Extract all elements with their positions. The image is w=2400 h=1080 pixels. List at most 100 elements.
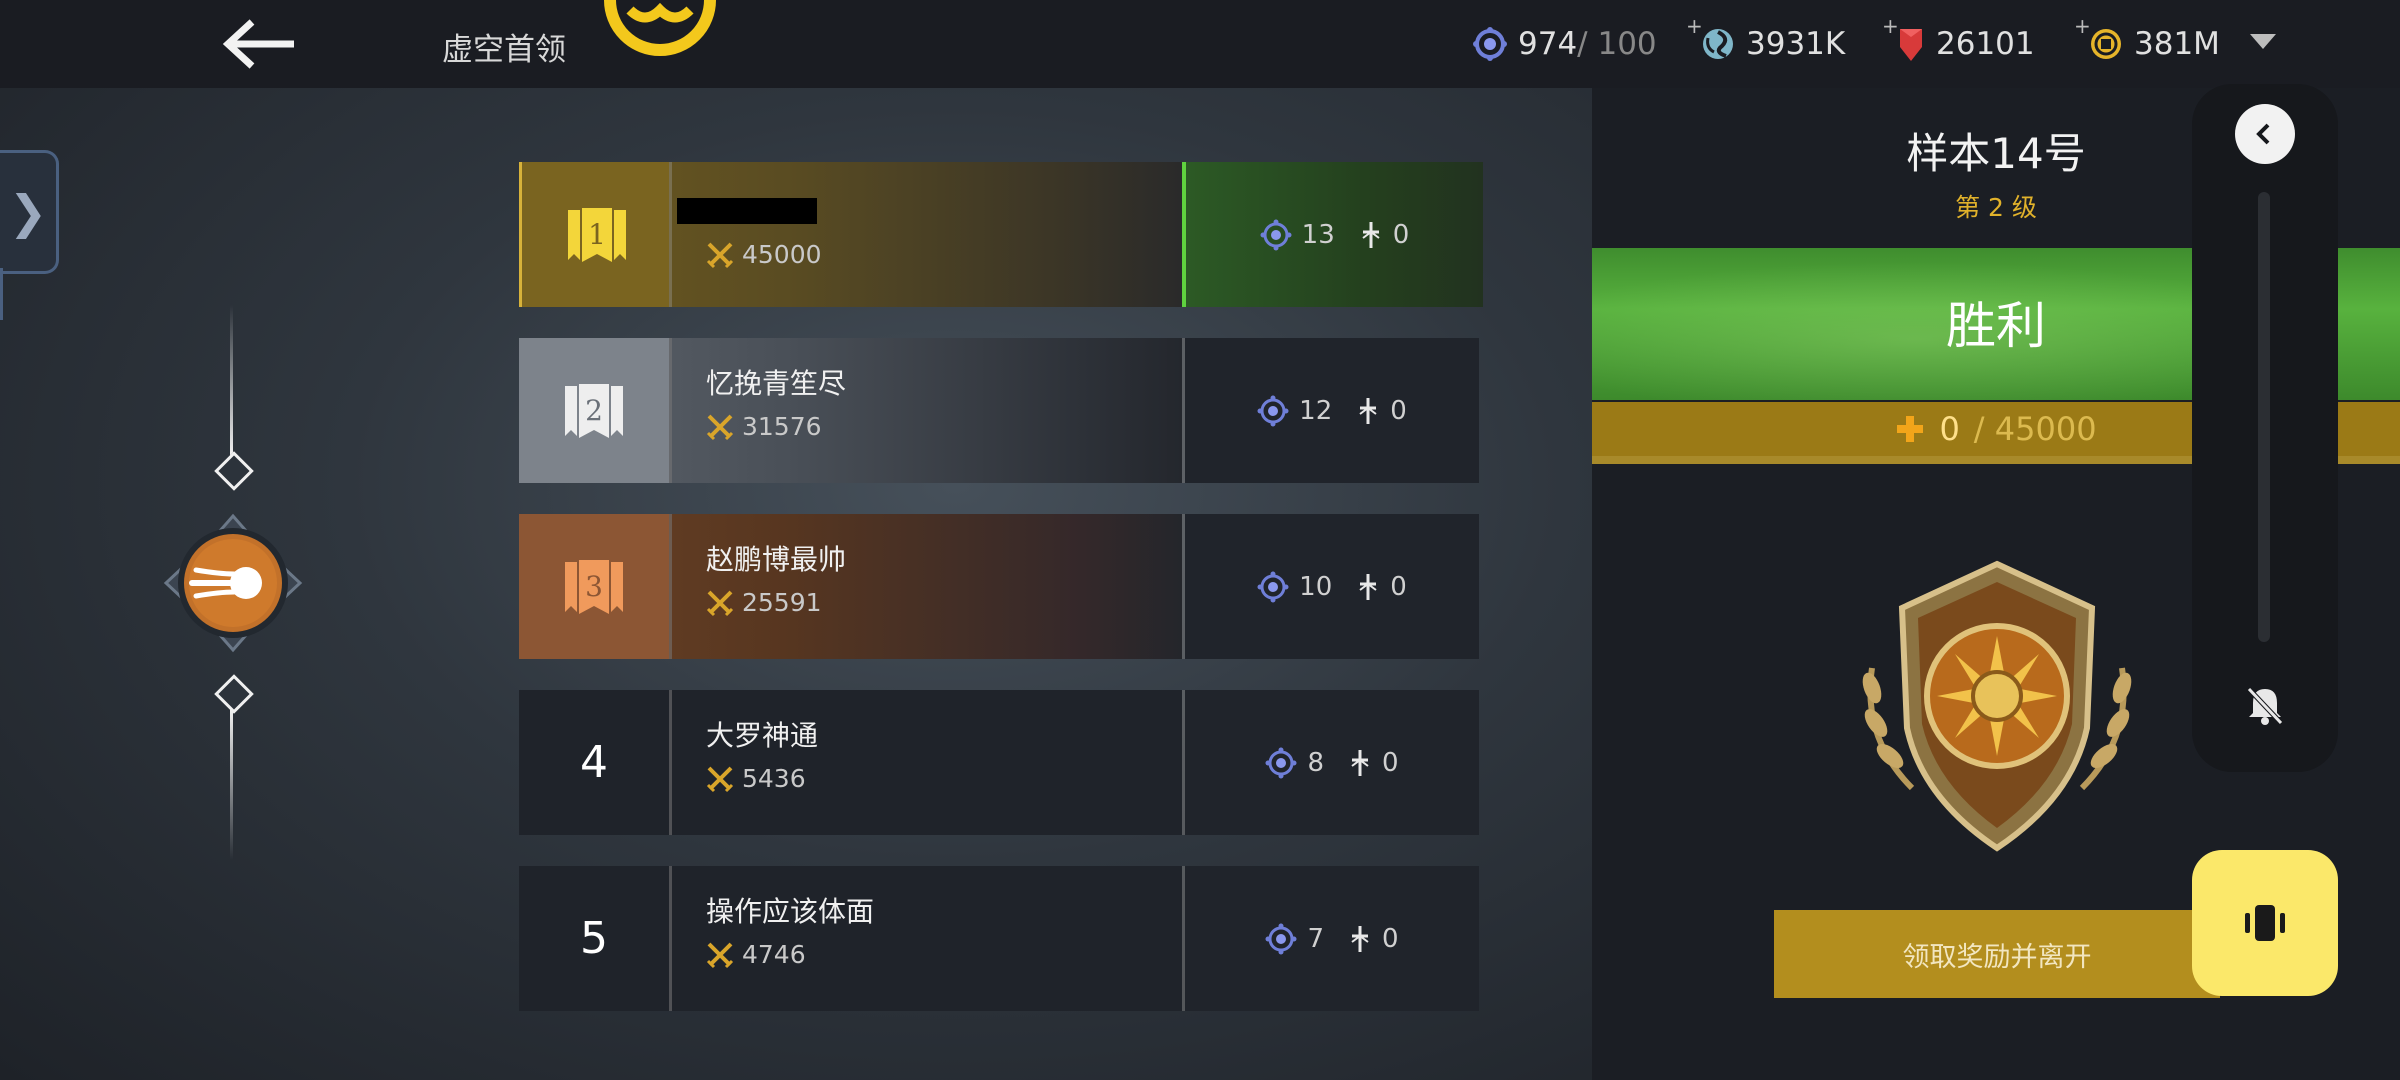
player-info: 忆挽青笙尽 31576 [706,366,846,441]
collapse-button[interactable] [2192,104,2338,164]
reward-current: 0 [1939,410,1960,448]
crossed-swords-icon [706,242,734,268]
player-score: 4746 [706,940,874,969]
deaths-stat: 0 [1359,220,1409,250]
ruby-value: 26101 [1936,26,2035,62]
back-button[interactable] [220,16,300,72]
plus-icon: + [2074,14,2091,38]
plus-icon: + [1882,14,1899,38]
claim-reward-button[interactable]: 领取奖励并离开 [1774,910,2220,998]
player-name-redacted [677,194,822,230]
red-gem-icon [1896,25,1926,63]
plus-icon: + [1686,14,1703,38]
deaths-stat: 0 [1356,572,1407,602]
crossed-swords-icon [706,590,734,616]
divider [669,866,672,1011]
deaths-value: 0 [1382,923,1399,954]
leaderboard-row[interactable]: 2 忆挽青笙尽 31576 12 0 [519,338,1479,483]
plus-cross-icon [1897,416,1924,442]
kills-value: 12 [1299,395,1333,426]
energy-orb-icon [1257,571,1289,602]
tombstone-sword-icon [1359,397,1377,424]
side-drawer-notch [0,268,17,320]
kills-value: 7 [1307,923,1324,954]
rank-cell: 1 [519,162,672,307]
rank-banner-gold-icon: 1 [568,207,626,262]
reward-total: / 45000 [1973,410,2097,448]
rank-banner-bronze-icon: 3 [565,559,623,614]
row-stats: 8 0 [1185,690,1479,835]
player-score: 5436 [706,764,818,793]
rank-banner-silver-icon: 2 [565,383,623,438]
gold-value: 381M [2134,26,2220,62]
redaction-bar [677,198,817,224]
row-stats: 10 0 [1185,514,1479,659]
score-value: 5436 [742,764,806,793]
shield-laurel-icon [1842,558,2152,862]
player-info: 大罗神通 5436 [706,718,818,793]
energy-orb-icon [1472,26,1508,62]
leaderboard-row[interactable]: 5 操作应该体面 4746 7 0 [519,866,1479,1011]
leaderboard-row[interactable]: 3 赵鹏博最帅 25591 10 0 [519,514,1479,659]
vibrate-button[interactable] [2192,850,2338,996]
player-name: 赵鹏博最帅 [706,543,847,576]
player-score: 31576 [706,412,846,441]
kills-stat: 12 [1257,395,1332,427]
svg-text:1: 1 [588,218,606,251]
gold-resource[interactable]: + 381M [2074,14,2220,66]
score-value: 45000 [742,240,822,269]
crossed-swords-icon [706,942,734,968]
energy-resource[interactable]: 974 / 100 [1472,22,1657,66]
chevron-left-icon [2256,123,2270,145]
tombstone-sword-icon [1362,221,1380,248]
score-value: 25591 [742,588,822,617]
chevron-down-icon[interactable] [2250,34,2276,49]
ruby-resource[interactable]: + 26101 [1882,14,2035,66]
svg-text:3: 3 [585,570,603,603]
rank-cell: 5 [519,866,669,1011]
tombstone-sword-icon [1359,573,1377,600]
kills-value: 10 [1299,571,1333,602]
player-name: 忆挽青笙尽 [706,367,847,400]
side-drawer-tab[interactable]: ❯ [0,150,59,274]
deaths-value: 0 [1390,395,1407,426]
swirl-gem-icon [1700,26,1736,62]
kills-stat: 13 [1260,219,1335,251]
mute-button[interactable] [2240,680,2290,730]
crossed-swords-icon [706,766,734,792]
deaths-stat: 0 [1348,924,1399,954]
crystal-value: 3931K [1746,26,1846,62]
svg-text:2: 2 [585,394,603,427]
energy-max: / 100 [1577,26,1657,62]
comet-emblem-icon [162,512,304,654]
progress-track-top [230,305,233,455]
deaths-stat: 0 [1356,396,1407,426]
player-name: 大罗神通 [706,719,819,752]
kills-stat: 10 [1257,571,1332,603]
rank-cell: 4 [519,690,669,835]
deaths-stat: 0 [1348,748,1399,778]
energy-orb-icon [1257,395,1289,426]
rank-cell: 3 [519,514,669,659]
leaderboard-row[interactable]: 4 大罗神通 5436 8 0 [519,690,1479,835]
deaths-value: 0 [1382,747,1399,778]
player-info: 操作应该体面 4746 [706,894,874,969]
row-stats: 13 0 [1182,162,1483,307]
row-stats: 12 0 [1185,338,1479,483]
energy-value: 974 [1518,26,1578,62]
chevron-right-icon: ❯ [8,185,48,239]
energy-orb-icon [1265,747,1297,778]
arrow-left-icon [222,19,294,69]
score-value: 31576 [742,412,822,441]
top-bar: 虚空首领 974 / 100 + 3931K + 26101 + 381M [0,0,2400,88]
player-name: 操作应该体面 [706,895,875,928]
kills-stat: 7 [1265,923,1324,955]
crystal-resource[interactable]: + 3931K [1686,14,1846,66]
mute-icon [2247,687,2283,725]
event-logo-icon [600,0,720,64]
rank-number: 5 [580,913,608,964]
leaderboard-row[interactable]: 1 45000 13 0 [519,162,1483,307]
divider [669,690,672,835]
volume-slider[interactable] [2258,192,2270,642]
vibrate-icon [2245,905,2285,941]
